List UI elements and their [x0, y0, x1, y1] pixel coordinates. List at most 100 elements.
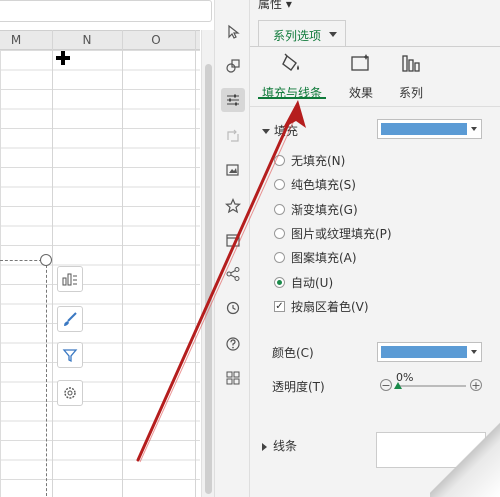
series-bars-icon [402, 55, 420, 72]
help-button[interactable] [221, 332, 245, 356]
checkbox-checked[interactable]: ✓ [274, 301, 285, 312]
shapes-icon [226, 59, 240, 73]
subtab-fill-line[interactable]: 填充与线条 [258, 52, 326, 101]
chart-style-button[interactable] [57, 306, 83, 332]
grid-apps-icon [226, 371, 240, 385]
star-icon [225, 198, 241, 214]
favorites-button[interactable] [221, 194, 245, 218]
option-label: 图片或纹理填充(P) [291, 227, 392, 241]
option-label: 图案填充(A) [291, 251, 357, 265]
expand-triangle-icon [262, 129, 270, 134]
history-clock-icon [226, 301, 240, 315]
template-button[interactable] [221, 228, 245, 252]
transform-button[interactable] [221, 124, 245, 148]
fill-color-dropdown[interactable] [377, 119, 482, 139]
formula-bar[interactable] [0, 0, 212, 22]
chart-settings-button[interactable] [57, 380, 83, 406]
page-curl-decoration [430, 420, 500, 497]
fill-option-auto[interactable]: 自动(U) [274, 275, 333, 291]
column-header-n[interactable]: N [77, 33, 97, 47]
help-question-icon [226, 337, 240, 351]
template-box-icon [226, 234, 240, 247]
sliders-icon [227, 94, 239, 106]
chevron-down-icon [329, 32, 337, 37]
radio-button[interactable] [274, 228, 285, 239]
chart-selection-frame[interactable] [0, 260, 47, 497]
column-divider [195, 30, 196, 497]
radio-button[interactable] [274, 179, 285, 190]
collapse-triangle-icon [262, 442, 267, 451]
column-divider [122, 30, 123, 497]
color-dropdown[interactable] [377, 342, 482, 362]
filter-funnel-icon [62, 349, 78, 363]
tab-divider [250, 46, 500, 47]
column-header-o[interactable]: O [146, 33, 166, 47]
radio-button[interactable] [274, 155, 285, 166]
decrease-button[interactable]: − [380, 379, 392, 391]
transparency-slider[interactable]: − 0% + [380, 371, 484, 396]
chart-resize-handle[interactable] [40, 254, 52, 266]
fill-section-toggle[interactable]: 填充 [262, 122, 298, 139]
properties-button[interactable] [221, 88, 245, 112]
fill-section-title: 填充 [274, 124, 299, 138]
series-options-tab[interactable]: 系列选项 [258, 20, 346, 46]
effects-icon [351, 54, 369, 71]
subtab-effects[interactable]: 效果 [344, 52, 378, 101]
fill-option-gradient[interactable]: 渐变填充(G) [274, 202, 358, 218]
more-apps-button[interactable] [221, 366, 245, 390]
dropdown-arrow-icon [471, 350, 477, 354]
section-divider [250, 106, 500, 107]
paintbrush-icon [64, 312, 77, 326]
color-label: 颜色(C) [272, 346, 314, 360]
subtab-series[interactable]: 系列 [394, 52, 428, 101]
gear-icon [64, 387, 76, 399]
chart-filter-button[interactable] [57, 342, 83, 368]
scrollbar-thumb[interactable] [205, 64, 212, 494]
line-section-title: 线条 [273, 439, 298, 453]
increase-button[interactable]: + [470, 379, 482, 391]
history-button[interactable] [221, 296, 245, 320]
radio-button[interactable] [274, 204, 285, 215]
panel-title[interactable]: 属性 ▾ [258, 0, 292, 12]
fill-option-none[interactable]: 无填充(N) [274, 153, 345, 169]
side-toolbar [214, 0, 250, 497]
transparency-label: 透明度(T) [272, 380, 325, 394]
column-header-m[interactable]: M [6, 33, 26, 47]
subtab-label: 效果 [348, 86, 373, 100]
shapes-button[interactable] [221, 54, 245, 78]
vertical-scrollbar[interactable] [201, 30, 214, 497]
subtab-label: 系列 [398, 86, 423, 100]
fill-bucket-icon [282, 53, 299, 71]
slider-track[interactable] [396, 385, 466, 387]
color-swatch [381, 346, 467, 358]
fill-option-picture-texture[interactable]: 图片或纹理填充(P) [274, 226, 392, 242]
cell-cursor-icon [56, 51, 70, 65]
image-button[interactable] [221, 158, 245, 182]
option-label: 按扇区着色(V) [291, 300, 369, 314]
vary-colors-by-sector-option[interactable]: ✓ 按扇区着色(V) [274, 299, 369, 315]
active-subtab-indicator [258, 97, 326, 99]
radio-button[interactable] [274, 252, 285, 263]
option-label: 渐变填充(G) [291, 203, 358, 217]
column-divider [52, 30, 53, 497]
transform-icon [227, 129, 239, 142]
slider-thumb[interactable] [394, 382, 402, 389]
chart-elements-button[interactable] [57, 266, 83, 292]
dropdown-arrow-icon [471, 127, 477, 131]
option-label: 自动(U) [291, 276, 334, 290]
image-gallery-icon [226, 164, 239, 176]
radio-button-selected[interactable] [274, 277, 285, 288]
option-label: 无填充(N) [291, 154, 346, 168]
fill-option-pattern[interactable]: 图案填充(A) [274, 250, 357, 266]
cursor-arrow-icon [228, 24, 240, 39]
share-button[interactable] [221, 262, 245, 286]
chart-elements-icon [62, 273, 77, 286]
fill-color-swatch [381, 123, 467, 135]
line-section-toggle[interactable]: 线条 [262, 437, 297, 454]
series-options-label: 系列选项 [273, 29, 322, 43]
column-header-row: M N O [0, 30, 200, 50]
spreadsheet-area[interactable]: M N O [0, 0, 214, 497]
share-icon [226, 267, 240, 281]
select-pointer-button[interactable] [221, 20, 245, 44]
fill-option-solid[interactable]: 纯色填充(S) [274, 177, 356, 193]
